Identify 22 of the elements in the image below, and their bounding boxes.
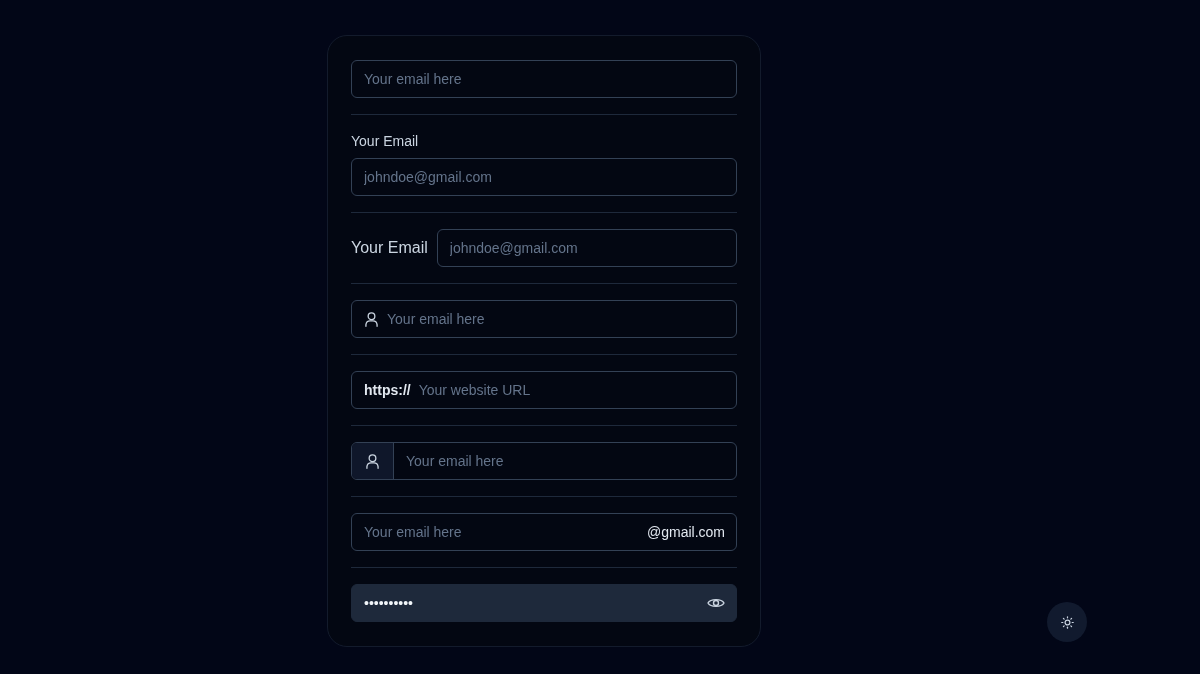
email-input[interactable]: Your email here [387, 301, 725, 337]
password-input[interactable]: •••••••••• [364, 585, 707, 621]
field-label: Your Email [351, 239, 428, 257]
field-label: Your Email [351, 132, 420, 151]
email-field[interactable]: Your email here [351, 442, 737, 480]
user-icon [352, 443, 394, 479]
email-domain-suffix: @gmail.com [647, 524, 725, 540]
email-input[interactable]: johndoe@gmail.com [436, 229, 737, 267]
url-input[interactable]: Your website URL [418, 372, 725, 408]
url-field[interactable]: https:// Your website URL [351, 371, 737, 409]
theme-toggle-button[interactable] [1047, 602, 1087, 642]
user-icon [365, 311, 378, 327]
email-input[interactable]: Your email here [394, 443, 725, 479]
password-field[interactable]: •••••••••• [351, 584, 737, 622]
email-field[interactable]: Your email here [351, 300, 737, 338]
email-input[interactable]: Your email here [364, 514, 639, 550]
sun-icon [1060, 615, 1074, 629]
email-field[interactable]: Your email here @gmail.com [351, 513, 737, 551]
email-input[interactable]: johndoe@gmail.com [351, 158, 737, 196]
email-input[interactable]: Your email here [351, 60, 737, 98]
eye-icon[interactable] [707, 597, 725, 609]
url-prefix: https:// [364, 382, 411, 398]
